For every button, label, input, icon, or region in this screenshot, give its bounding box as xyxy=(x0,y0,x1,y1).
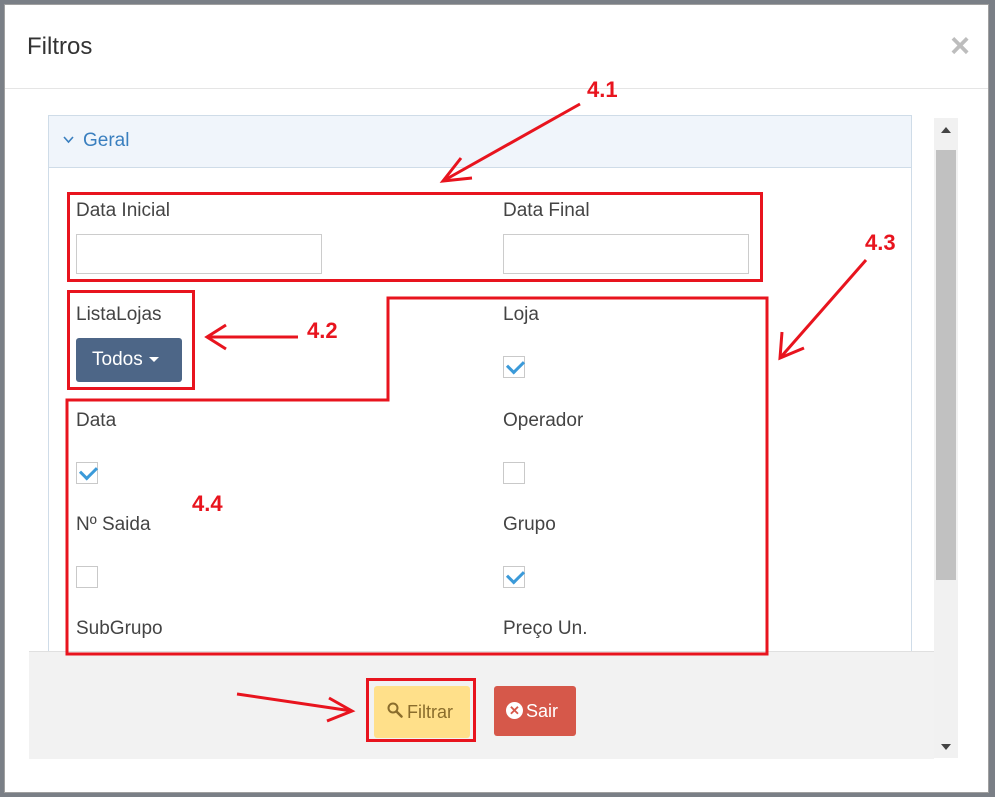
annotation-label-4-2: 4.2 xyxy=(307,318,338,343)
annotation-label-4-1: 4.1 xyxy=(587,77,618,102)
annotation-label-4-4: 4.4 xyxy=(192,491,223,516)
annotation-overlay xyxy=(65,102,868,723)
annotation-label-4-3: 4.3 xyxy=(865,230,896,255)
